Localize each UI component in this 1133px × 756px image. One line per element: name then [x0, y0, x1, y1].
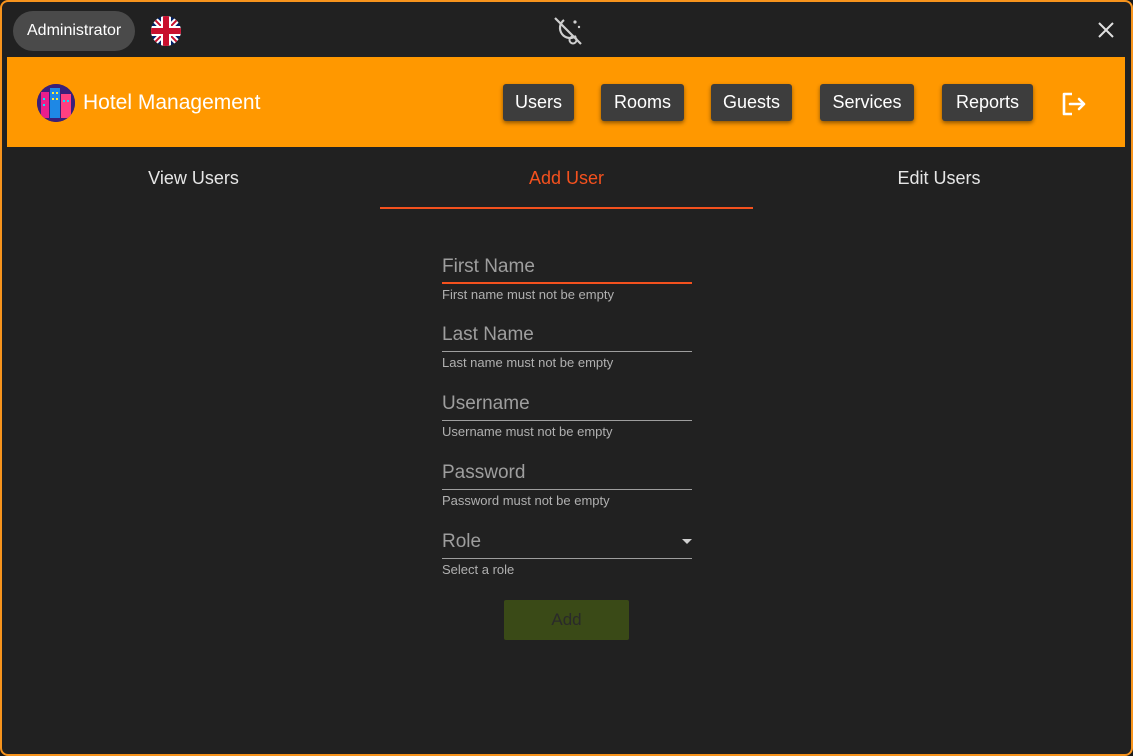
- first-name-field: First Name First name must not be empty: [442, 255, 692, 303]
- username-input[interactable]: Username: [442, 392, 692, 421]
- nav-rooms-button[interactable]: Rooms: [601, 84, 684, 121]
- close-icon[interactable]: [1095, 19, 1117, 41]
- username-hint: Username must not be empty: [442, 424, 613, 439]
- chevron-down-icon: [682, 539, 692, 544]
- app-title: Hotel Management: [83, 91, 261, 114]
- nav-reports-button[interactable]: Reports: [942, 84, 1033, 121]
- add-user-button[interactable]: Add: [504, 600, 629, 640]
- nav-services-button[interactable]: Services: [820, 84, 914, 121]
- password-field: Password Password must not be empty: [442, 461, 692, 509]
- role-select[interactable]: Role: [442, 530, 692, 559]
- nav-users-button[interactable]: Users: [503, 84, 574, 121]
- first-name-hint: First name must not be empty: [442, 287, 614, 302]
- role-select-label: Role: [442, 531, 482, 552]
- nav-guests-button[interactable]: Guests: [711, 84, 792, 121]
- logout-icon[interactable]: [1059, 89, 1089, 119]
- tab-view-users[interactable]: View Users: [7, 147, 380, 207]
- hotel-logo-icon: [37, 84, 75, 122]
- first-name-input[interactable]: First Name: [442, 255, 692, 284]
- tab-edit-users[interactable]: Edit Users: [753, 147, 1125, 207]
- uk-flag-icon[interactable]: [151, 16, 181, 46]
- app-header: Hotel Management Users Rooms Guests Serv…: [7, 57, 1125, 147]
- app-window: Administrator Hotel Management Users Roo…: [0, 0, 1133, 756]
- title-bar: Administrator: [2, 2, 1131, 57]
- password-hint: Password must not be empty: [442, 493, 610, 508]
- user-tabs: View Users Add User Edit Users: [7, 147, 1125, 209]
- username-field: Username Username must not be empty: [442, 392, 692, 440]
- theme-toggle-icon[interactable]: [551, 14, 585, 48]
- tab-add-user[interactable]: Add User: [380, 147, 753, 209]
- user-role-chip[interactable]: Administrator: [13, 11, 136, 51]
- role-field: Role Select a role: [442, 530, 692, 578]
- last-name-field: Last Name Last name must not be empty: [442, 323, 692, 371]
- role-hint: Select a role: [442, 562, 515, 577]
- last-name-input[interactable]: Last Name: [442, 323, 692, 352]
- last-name-hint: Last name must not be empty: [442, 355, 614, 370]
- password-input[interactable]: Password: [442, 461, 692, 490]
